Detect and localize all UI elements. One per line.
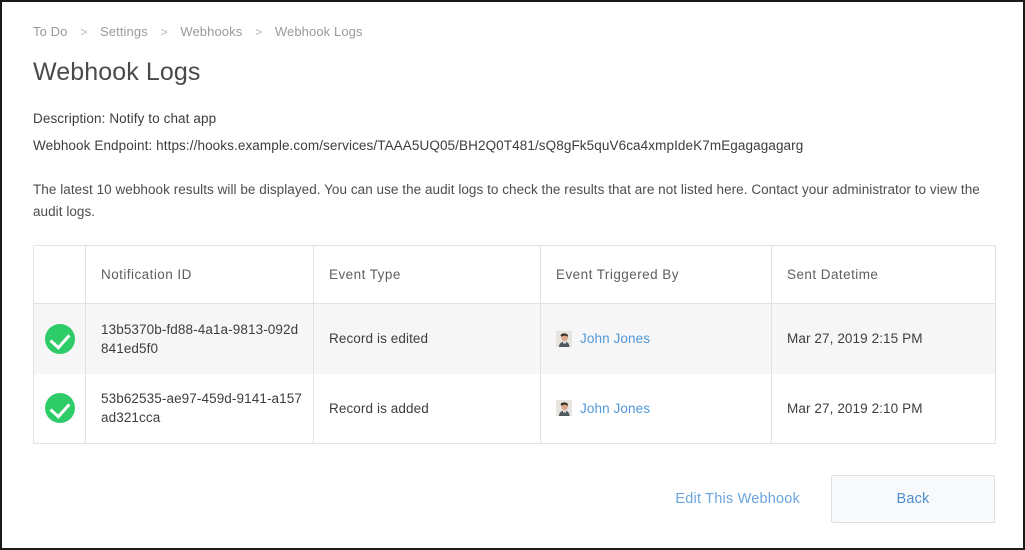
page-title: Webhook Logs: [33, 57, 1003, 87]
user-link[interactable]: John Jones: [580, 399, 650, 418]
breadcrumb-item-webhook-logs[interactable]: Webhook Logs: [275, 24, 363, 39]
breadcrumb-separator-icon: >: [80, 25, 87, 39]
webhook-meta: Description: Notify to chat app Webhook …: [33, 108, 1003, 156]
column-header-sent-datetime: Sent Datetime: [772, 246, 996, 304]
page-content: To Do > Settings > Webhooks > Webhook Lo…: [33, 2, 1003, 523]
breadcrumb-separator-icon: >: [255, 25, 262, 39]
notification-id-value: 53b62535-ae97-459d-9141-a157ad321cca: [101, 391, 302, 425]
webhook-description: Description: Notify to chat app: [33, 108, 1003, 129]
breadcrumb-item-todo[interactable]: To Do: [33, 24, 67, 39]
column-header-status: [34, 246, 86, 304]
edit-this-webhook-link[interactable]: Edit This Webhook: [675, 491, 800, 507]
row-status-cell: [34, 304, 86, 374]
webhook-logs-table: Notification ID Event Type Event Trigger…: [33, 245, 996, 444]
breadcrumb-item-settings[interactable]: Settings: [100, 24, 148, 39]
footer-actions: Edit This Webhook Back: [33, 475, 995, 523]
column-header-notification-id: Notification ID: [86, 246, 314, 304]
breadcrumb-item-webhooks[interactable]: Webhooks: [180, 24, 242, 39]
row-notification-id-cell: 53b62535-ae97-459d-9141-a157ad321cca: [86, 374, 314, 444]
user-avatar-photo: [556, 331, 572, 347]
row-sent-datetime-cell: Mar 27, 2019 2:10 PM: [772, 374, 996, 444]
back-button[interactable]: Back: [831, 475, 995, 523]
check-circle-icon: [45, 324, 75, 354]
breadcrumb-separator-icon: >: [161, 25, 168, 39]
table-row: 53b62535-ae97-459d-9141-a157ad321cca Rec…: [34, 374, 996, 444]
row-event-type-cell: Record is added: [314, 374, 541, 444]
logs-note: The latest 10 webhook results will be di…: [33, 179, 985, 223]
row-triggered-by-cell: John Jones: [541, 374, 772, 444]
column-header-event-triggered-by: Event Triggered By: [541, 246, 772, 304]
row-status-cell: [34, 374, 86, 444]
check-circle-icon: [45, 393, 75, 423]
row-notification-id-cell: 13b5370b-fd88-4a1a-9813-092d841ed5f0: [86, 304, 314, 374]
user-cell: John Jones: [556, 329, 761, 348]
user-avatar-photo: [556, 400, 572, 416]
table-header: Notification ID Event Type Event Trigger…: [34, 246, 996, 304]
row-triggered-by-cell: John Jones: [541, 304, 772, 374]
table-header-row: Notification ID Event Type Event Trigger…: [34, 246, 996, 304]
row-sent-datetime-cell: Mar 27, 2019 2:15 PM: [772, 304, 996, 374]
notification-id-value: 13b5370b-fd88-4a1a-9813-092d841ed5f0: [101, 322, 298, 356]
user-link[interactable]: John Jones: [580, 329, 650, 348]
user-cell: John Jones: [556, 399, 761, 418]
breadcrumb: To Do > Settings > Webhooks > Webhook Lo…: [33, 23, 1003, 41]
row-event-type-cell: Record is edited: [314, 304, 541, 374]
table-body: 13b5370b-fd88-4a1a-9813-092d841ed5f0 Rec…: [34, 304, 996, 444]
column-header-event-type: Event Type: [314, 246, 541, 304]
webhook-endpoint: Webhook Endpoint: https://hooks.example.…: [33, 135, 1003, 156]
table-row: 13b5370b-fd88-4a1a-9813-092d841ed5f0 Rec…: [34, 304, 996, 374]
app-window: To Do > Settings > Webhooks > Webhook Lo…: [0, 0, 1025, 550]
